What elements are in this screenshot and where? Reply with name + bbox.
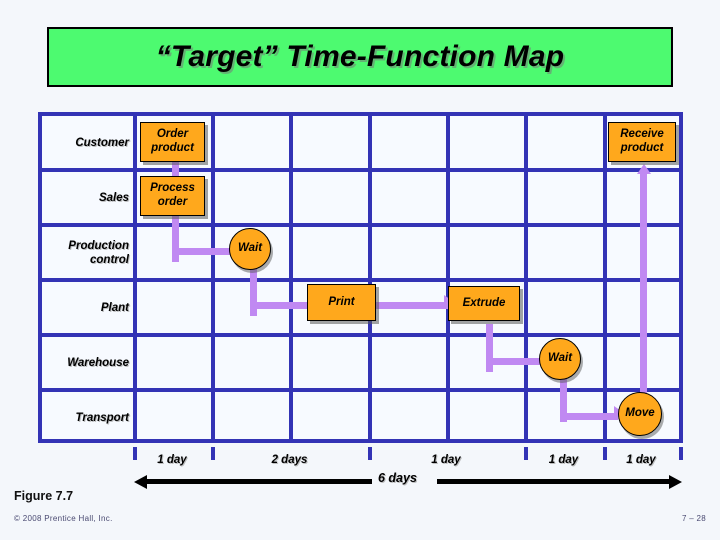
grid-hline-5: [42, 388, 679, 392]
timeline-segment-label: 1 day: [157, 454, 187, 466]
connector-wait-warehouse-right: [560, 413, 618, 420]
node-label: Extrude: [462, 296, 506, 309]
node-label: Process order: [150, 182, 195, 208]
page-number: 7 – 28: [681, 514, 706, 523]
timeline-segment-3: 1 day: [368, 452, 524, 468]
node-order-product[interactable]: Order product: [140, 122, 205, 162]
timeline-segment-label: 2 days: [271, 454, 308, 466]
timeline-segment-4: 1 day: [524, 452, 603, 468]
row-label-text: Warehouse: [67, 356, 129, 369]
total-arrow-right-bar: [437, 479, 669, 484]
total-arrow-left-bar: [147, 479, 372, 484]
node-wait-warehouse[interactable]: Wait: [539, 338, 581, 380]
node-label: Receive product: [620, 128, 664, 154]
grid-hline-1: [42, 168, 679, 172]
grid-hline-4: [42, 333, 679, 337]
connector-order-to-process: [172, 161, 179, 177]
timeline-segment-label: 1 day: [626, 454, 656, 466]
timeline-segment-label: 1 day: [548, 454, 579, 466]
row-label-warehouse: Warehouse: [42, 336, 137, 391]
figure-label: Figure 7.7: [14, 489, 74, 503]
node-label: Wait: [237, 242, 263, 255]
total-duration-label: 6 days: [378, 471, 417, 485]
connector-print-to-extrude: [376, 302, 448, 309]
node-extrude[interactable]: Extrude: [448, 286, 520, 321]
arrowhead-into-receive-product: [637, 164, 651, 174]
node-label: Move: [625, 407, 655, 420]
slide-title-box: “Target” Time-Function Map: [47, 27, 673, 87]
timeline-tick-6: [679, 447, 683, 460]
timeline-segment-1: 1 day: [133, 452, 211, 468]
timeline-segment-label: 1 day: [431, 454, 461, 466]
grid-hline-2: [42, 223, 679, 227]
total-arrow-right-head: [669, 474, 682, 489]
row-label-text: Plant: [100, 301, 129, 314]
total-arrow-left-head: [134, 474, 147, 489]
row-label-text: Sales: [98, 191, 129, 204]
node-label: Print: [328, 295, 355, 308]
copyright-notice: © 2008 Prentice Hall, Inc.: [14, 514, 113, 523]
node-receive-product[interactable]: Receive product: [608, 122, 676, 162]
node-print[interactable]: Print: [307, 284, 376, 321]
row-label-text: Customer: [75, 136, 129, 149]
row-label-production-control: Production control: [42, 226, 137, 281]
timeline-segment-2: 2 days: [211, 452, 368, 468]
row-label-customer: Customer: [42, 116, 137, 171]
grid-hline-3: [42, 278, 679, 282]
node-label: Order product: [151, 128, 194, 154]
timeline-segment-5: 1 day: [603, 452, 679, 468]
time-function-grid: Customer Sales Production control Plant …: [38, 112, 683, 443]
row-label-text: Transport: [75, 411, 129, 424]
connector-move-up-to-receive: [640, 171, 647, 408]
row-label-sales: Sales: [42, 171, 137, 226]
row-label-transport: Transport: [42, 391, 137, 446]
slide-canvas: “Target” Time-Function Map Customer Sale…: [0, 0, 720, 540]
row-label-text: Production control: [68, 240, 129, 266]
row-label-plant: Plant: [42, 281, 137, 336]
page-title: “Target” Time-Function Map: [155, 40, 565, 73]
node-process-order[interactable]: Process order: [140, 176, 205, 216]
node-wait-production-control[interactable]: Wait: [229, 228, 271, 270]
node-label: Wait: [547, 352, 573, 365]
node-move[interactable]: Move: [618, 392, 662, 436]
